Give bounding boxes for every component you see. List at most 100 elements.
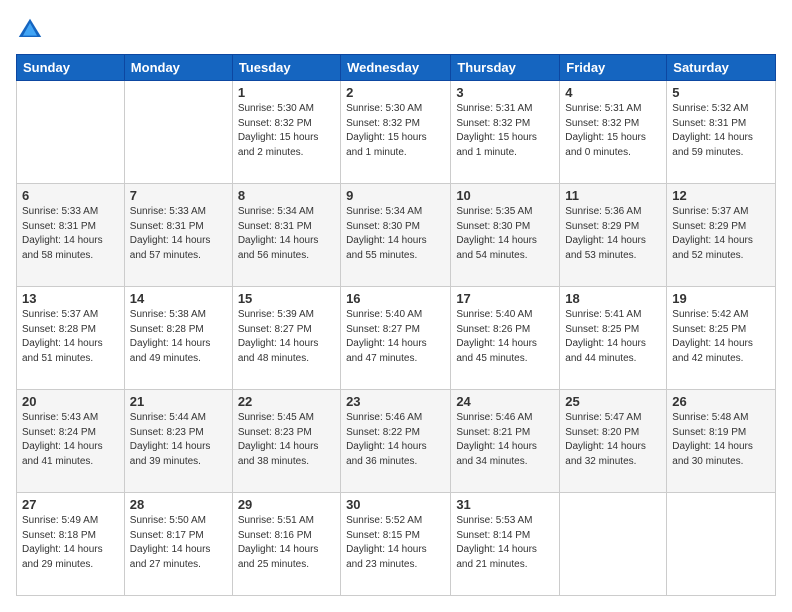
day-info: Sunrise: 5:44 AM Sunset: 8:23 PM Dayligh…: [130, 411, 227, 469]
calendar-cell: [667, 493, 776, 596]
calendar-cell: 2 Sunrise: 5:30 AM Sunset: 8:32 PM Daylig…: [341, 81, 451, 184]
calendar-cell: 14 Sunrise: 5:38 AM Sunset: 8:28 PM Dayli…: [124, 287, 232, 390]
calendar-cell: 13 Sunrise: 5:37 AM Sunset: 8:28 PM Dayli…: [17, 287, 125, 390]
calendar-cell: 19Sunrise: 5:42 AM Sunset: 8:25 PM Dayli…: [667, 287, 776, 390]
calendar-cell: 11 Sunrise: 5:36 AM Sunset: 8:29 PM Dayli…: [560, 184, 667, 287]
day-of-week-header: Thursday: [451, 55, 560, 81]
page: SundayMondayTuesdayWednesdayThursdayFrid…: [0, 0, 792, 612]
calendar-cell: 27Sunrise: 5:49 AM Sunset: 8:18 PM Dayli…: [17, 493, 125, 596]
calendar-cell: 6 Sunrise: 5:33 AM Sunset: 8:31 PM Daylig…: [17, 184, 125, 287]
day-info: Sunrise: 5:37 AM Sunset: 8:29 PM Dayligh…: [672, 205, 770, 263]
calendar-week-row: 6 Sunrise: 5:33 AM Sunset: 8:31 PM Daylig…: [17, 184, 776, 287]
calendar-cell: 25 Sunrise: 5:47 AM Sunset: 8:20 PM Dayli…: [560, 390, 667, 493]
day-number: 19: [672, 291, 770, 306]
day-number: 12: [672, 188, 770, 203]
day-info: Sunrise: 5:30 AM Sunset: 8:32 PM Dayligh…: [238, 102, 335, 160]
calendar-week-row: 27Sunrise: 5:49 AM Sunset: 8:18 PM Dayli…: [17, 493, 776, 596]
day-of-week-header: Wednesday: [341, 55, 451, 81]
day-info: Sunrise: 5:51 AM Sunset: 8:16 PM Dayligh…: [238, 514, 335, 572]
day-info: Sunrise: 5:40 AM Sunset: 8:26 PM Dayligh…: [456, 308, 554, 366]
day-number: 26: [672, 394, 770, 409]
calendar-cell: 24 Sunrise: 5:46 AM Sunset: 8:21 PM Dayli…: [451, 390, 560, 493]
day-number: 30: [346, 497, 445, 512]
calendar-cell: 26 Sunrise: 5:48 AM Sunset: 8:19 PM Dayli…: [667, 390, 776, 493]
day-of-week-header: Monday: [124, 55, 232, 81]
day-number: 2: [346, 85, 445, 100]
day-number: 24: [456, 394, 554, 409]
day-number: 8: [238, 188, 335, 203]
day-number: 29: [238, 497, 335, 512]
calendar-cell: 23Sunrise: 5:46 AM Sunset: 8:22 PM Dayli…: [341, 390, 451, 493]
day-info: Sunrise: 5:49 AM Sunset: 8:18 PM Dayligh…: [22, 514, 119, 572]
calendar-cell: 17 Sunrise: 5:40 AM Sunset: 8:26 PM Dayli…: [451, 287, 560, 390]
calendar-week-row: 13 Sunrise: 5:37 AM Sunset: 8:28 PM Dayli…: [17, 287, 776, 390]
calendar-cell: [560, 493, 667, 596]
day-info: Sunrise: 5:37 AM Sunset: 8:28 PM Dayligh…: [22, 308, 119, 366]
calendar-cell: [124, 81, 232, 184]
calendar-cell: 9 Sunrise: 5:34 AM Sunset: 8:30 PM Daylig…: [341, 184, 451, 287]
day-number: 20: [22, 394, 119, 409]
calendar-cell: 28 Sunrise: 5:50 AM Sunset: 8:17 PM Dayli…: [124, 493, 232, 596]
day-info: Sunrise: 5:33 AM Sunset: 8:31 PM Dayligh…: [22, 205, 119, 263]
day-info: Sunrise: 5:30 AM Sunset: 8:32 PM Dayligh…: [346, 102, 445, 160]
day-number: 5: [672, 85, 770, 100]
day-info: Sunrise: 5:36 AM Sunset: 8:29 PM Dayligh…: [565, 205, 661, 263]
calendar-cell: [17, 81, 125, 184]
day-number: 28: [130, 497, 227, 512]
day-number: 9: [346, 188, 445, 203]
calendar-cell: 29 Sunrise: 5:51 AM Sunset: 8:16 PM Dayli…: [232, 493, 340, 596]
day-info: Sunrise: 5:47 AM Sunset: 8:20 PM Dayligh…: [565, 411, 661, 469]
calendar-cell: 20 Sunrise: 5:43 AM Sunset: 8:24 PM Dayli…: [17, 390, 125, 493]
day-number: 21: [130, 394, 227, 409]
calendar-week-row: 20 Sunrise: 5:43 AM Sunset: 8:24 PM Dayli…: [17, 390, 776, 493]
calendar-cell: 22Sunrise: 5:45 AM Sunset: 8:23 PM Dayli…: [232, 390, 340, 493]
day-number: 17: [456, 291, 554, 306]
day-number: 4: [565, 85, 661, 100]
calendar-week-row: 1Sunrise: 5:30 AM Sunset: 8:32 PM Daylig…: [17, 81, 776, 184]
day-number: 18: [565, 291, 661, 306]
day-info: Sunrise: 5:34 AM Sunset: 8:30 PM Dayligh…: [346, 205, 445, 263]
calendar-cell: 1Sunrise: 5:30 AM Sunset: 8:32 PM Daylig…: [232, 81, 340, 184]
calendar-header-row: SundayMondayTuesdayWednesdayThursdayFrid…: [17, 55, 776, 81]
day-number: 7: [130, 188, 227, 203]
day-info: Sunrise: 5:31 AM Sunset: 8:32 PM Dayligh…: [456, 102, 554, 160]
day-number: 13: [22, 291, 119, 306]
day-number: 11: [565, 188, 661, 203]
day-number: 31: [456, 497, 554, 512]
day-info: Sunrise: 5:50 AM Sunset: 8:17 PM Dayligh…: [130, 514, 227, 572]
calendar-cell: 8 Sunrise: 5:34 AM Sunset: 8:31 PM Daylig…: [232, 184, 340, 287]
logo-icon: [16, 16, 44, 44]
calendar-cell: 18 Sunrise: 5:41 AM Sunset: 8:25 PM Dayli…: [560, 287, 667, 390]
day-info: Sunrise: 5:31 AM Sunset: 8:32 PM Dayligh…: [565, 102, 661, 160]
calendar-cell: 30 Sunrise: 5:52 AM Sunset: 8:15 PM Dayli…: [341, 493, 451, 596]
day-info: Sunrise: 5:33 AM Sunset: 8:31 PM Dayligh…: [130, 205, 227, 263]
day-of-week-header: Sunday: [17, 55, 125, 81]
day-number: 10: [456, 188, 554, 203]
day-info: Sunrise: 5:43 AM Sunset: 8:24 PM Dayligh…: [22, 411, 119, 469]
day-info: Sunrise: 5:48 AM Sunset: 8:19 PM Dayligh…: [672, 411, 770, 469]
calendar-cell: 5 Sunrise: 5:32 AM Sunset: 8:31 PM Daylig…: [667, 81, 776, 184]
day-number: 6: [22, 188, 119, 203]
header: [16, 16, 776, 44]
day-number: 25: [565, 394, 661, 409]
day-number: 14: [130, 291, 227, 306]
day-number: 15: [238, 291, 335, 306]
calendar-cell: 31 Sunrise: 5:53 AM Sunset: 8:14 PM Dayli…: [451, 493, 560, 596]
day-of-week-header: Tuesday: [232, 55, 340, 81]
day-number: 16: [346, 291, 445, 306]
day-info: Sunrise: 5:34 AM Sunset: 8:31 PM Dayligh…: [238, 205, 335, 263]
day-info: Sunrise: 5:35 AM Sunset: 8:30 PM Dayligh…: [456, 205, 554, 263]
day-info: Sunrise: 5:38 AM Sunset: 8:28 PM Dayligh…: [130, 308, 227, 366]
day-info: Sunrise: 5:52 AM Sunset: 8:15 PM Dayligh…: [346, 514, 445, 572]
day-info: Sunrise: 5:53 AM Sunset: 8:14 PM Dayligh…: [456, 514, 554, 572]
calendar-cell: 15Sunrise: 5:39 AM Sunset: 8:27 PM Dayli…: [232, 287, 340, 390]
calendar-cell: 21 Sunrise: 5:44 AM Sunset: 8:23 PM Dayli…: [124, 390, 232, 493]
day-info: Sunrise: 5:32 AM Sunset: 8:31 PM Dayligh…: [672, 102, 770, 160]
day-number: 22: [238, 394, 335, 409]
calendar-cell: 3Sunrise: 5:31 AM Sunset: 8:32 PM Daylig…: [451, 81, 560, 184]
day-info: Sunrise: 5:41 AM Sunset: 8:25 PM Dayligh…: [565, 308, 661, 366]
calendar-cell: 16Sunrise: 5:40 AM Sunset: 8:27 PM Dayli…: [341, 287, 451, 390]
logo: [16, 16, 46, 44]
calendar-cell: 7 Sunrise: 5:33 AM Sunset: 8:31 PM Daylig…: [124, 184, 232, 287]
day-info: Sunrise: 5:46 AM Sunset: 8:21 PM Dayligh…: [456, 411, 554, 469]
